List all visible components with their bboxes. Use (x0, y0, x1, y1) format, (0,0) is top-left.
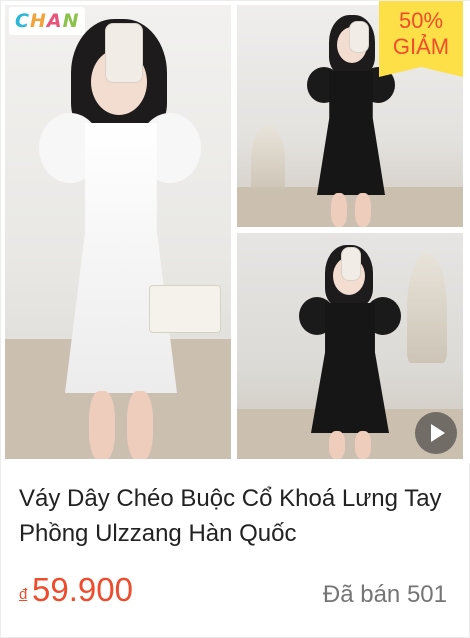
phone (341, 247, 361, 281)
video-play-button[interactable] (415, 412, 457, 454)
play-icon (431, 424, 445, 442)
product-image-collage[interactable]: CHAN 50% GIẢM (1, 1, 470, 463)
right-leg (355, 431, 371, 459)
left-leg (329, 431, 345, 459)
product-price: 59.900 (32, 571, 133, 608)
product-card[interactable]: CHAN 50% GIẢM Váy Dây Chéo Buộc Cổ Khoá … (0, 0, 470, 638)
discount-label: GIẢM (392, 34, 450, 59)
plant (251, 125, 285, 195)
phone (349, 21, 369, 53)
brand-logo: CHAN (9, 7, 86, 35)
curtain (407, 253, 447, 363)
price-row: đ 59.900 Đã bán 501 (19, 569, 449, 617)
right-leg (127, 391, 153, 459)
product-photo-white-dress (5, 5, 231, 459)
discount-badge: 50% GIẢM (379, 1, 463, 77)
sold-count: Đã bán 501 (322, 581, 447, 608)
quilted-bag (149, 285, 221, 333)
product-title[interactable]: Váy Dây Chéo Buộc Cổ Khoá Lưng Tay Phồng… (19, 481, 453, 551)
price-currency: đ (19, 586, 28, 603)
phone (105, 23, 143, 83)
discount-percent: 50% (398, 8, 444, 33)
left-leg (89, 391, 115, 459)
left-leg (331, 193, 347, 227)
right-leg (355, 193, 371, 227)
